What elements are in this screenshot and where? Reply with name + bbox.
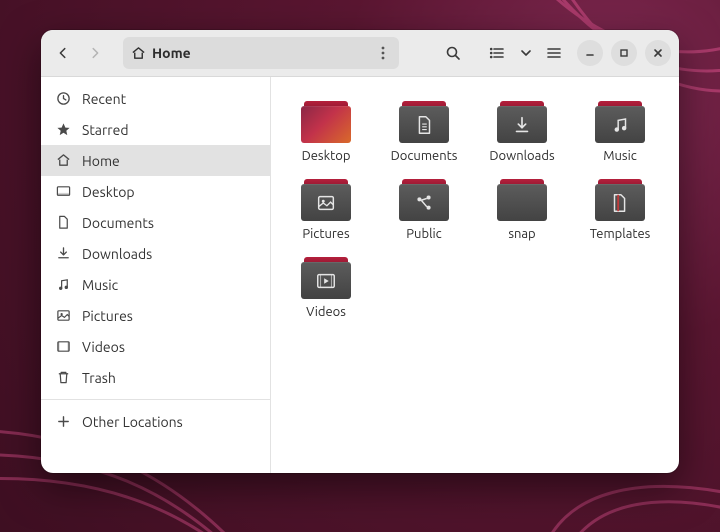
clock-icon — [55, 91, 71, 107]
path-bar[interactable]: Home — [123, 37, 399, 69]
folder-item-videos[interactable]: Videos — [277, 251, 375, 325]
music-icon — [55, 277, 71, 293]
sidebar-item-downloads[interactable]: Downloads — [41, 238, 270, 269]
sidebar-item-trash[interactable]: Trash — [41, 362, 270, 393]
sidebar-item-label: Starred — [82, 122, 129, 138]
folder-item-music[interactable]: Music — [571, 95, 669, 169]
titlebar: Home — [41, 30, 679, 77]
folder-icon — [399, 179, 449, 221]
search-button[interactable] — [438, 37, 468, 69]
folder-icon — [301, 179, 351, 221]
folder-icon — [595, 101, 645, 143]
folder-icon — [301, 257, 351, 299]
path-menu-icon[interactable] — [375, 46, 391, 60]
folder-item-templates[interactable]: Templates — [571, 173, 669, 247]
video-icon — [55, 339, 71, 355]
folder-item-pictures[interactable]: Pictures — [277, 173, 375, 247]
sidebar-item-label: Home — [82, 153, 120, 169]
sidebar-item-recent[interactable]: Recent — [41, 83, 270, 114]
sidebar-item-label: Pictures — [82, 308, 133, 324]
folder-label: Downloads — [489, 149, 554, 163]
sidebar-item-label: Documents — [82, 215, 154, 231]
pictures-icon — [55, 308, 71, 324]
sidebar-item-label: Videos — [82, 339, 125, 355]
folder-label: Videos — [306, 305, 346, 319]
sidebar-item-music[interactable]: Music — [41, 269, 270, 300]
folder-icon — [301, 101, 351, 143]
desktop-icon — [55, 184, 71, 200]
home-icon — [131, 46, 146, 61]
close-button[interactable] — [645, 40, 671, 66]
sidebar-item-documents[interactable]: Documents — [41, 207, 270, 238]
sidebar-item-label: Music — [82, 277, 118, 293]
folder-label: Public — [406, 227, 441, 241]
sidebar-item-other-locations[interactable]: Other Locations — [41, 406, 270, 437]
sidebar-item-desktop[interactable]: Desktop — [41, 176, 270, 207]
sidebar-item-videos[interactable]: Videos — [41, 331, 270, 362]
plus-icon — [55, 414, 71, 430]
sidebar-item-pictures[interactable]: Pictures — [41, 300, 270, 331]
sidebar-item-label: Trash — [82, 370, 116, 386]
folder-label: Documents — [391, 149, 458, 163]
file-manager-window: Home — [41, 30, 679, 473]
folder-item-documents[interactable]: Documents — [375, 95, 473, 169]
sidebar-item-starred[interactable]: Starred — [41, 114, 270, 145]
sidebar-item-label: Other Locations — [82, 414, 183, 430]
home-icon — [55, 153, 71, 169]
sidebar-item-label: Desktop — [82, 184, 135, 200]
back-button[interactable] — [49, 37, 77, 69]
folder-label: Music — [603, 149, 637, 163]
folder-label: Desktop — [302, 149, 351, 163]
maximize-button[interactable] — [611, 40, 637, 66]
sidebar: Recent Starred Home Desktop Documents Do… — [41, 77, 271, 473]
sidebar-item-label: Downloads — [82, 246, 152, 262]
folder-label: Pictures — [302, 227, 349, 241]
folder-icon — [497, 179, 547, 221]
document-icon — [55, 215, 71, 231]
hamburger-menu-button[interactable] — [539, 37, 569, 69]
trash-icon — [55, 370, 71, 386]
forward-button[interactable] — [81, 37, 109, 69]
folder-icon — [399, 101, 449, 143]
sidebar-item-home[interactable]: Home — [41, 145, 270, 176]
sidebar-divider — [41, 399, 270, 400]
folder-item-downloads[interactable]: Downloads — [473, 95, 571, 169]
path-label: Home — [152, 45, 369, 61]
star-icon — [55, 122, 71, 138]
view-list-button[interactable] — [486, 37, 508, 69]
folder-icon — [595, 179, 645, 221]
sidebar-item-label: Recent — [82, 91, 126, 107]
view-dropdown-button[interactable] — [517, 37, 535, 69]
folder-item-desktop[interactable]: Desktop — [277, 95, 375, 169]
folder-view[interactable]: Desktop Documents Downloads Music Pictures Pu… — [271, 77, 679, 473]
folder-label: Templates — [590, 227, 651, 241]
minimize-button[interactable] — [577, 40, 603, 66]
folder-icon — [497, 101, 547, 143]
folder-item-snap[interactable]: snap — [473, 173, 571, 247]
folder-label: snap — [508, 227, 535, 241]
folder-item-public[interactable]: Public — [375, 173, 473, 247]
download-icon — [55, 246, 71, 262]
